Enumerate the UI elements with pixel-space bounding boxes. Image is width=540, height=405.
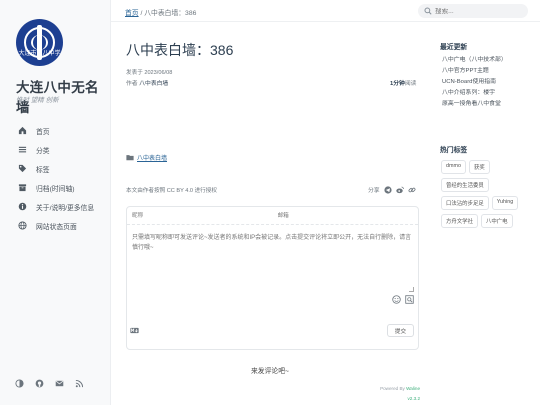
rss-icon[interactable]: [75, 379, 84, 388]
tag-chip[interactable]: 获奖: [468, 160, 490, 174]
sidebar-item-label: 归档(时间轴): [36, 185, 75, 193]
site-logo[interactable]: 大连市第八中学: [16, 19, 63, 66]
globe-icon: [17, 221, 27, 231]
email-icon[interactable]: [55, 379, 64, 388]
logo-text: 大连市第八中学: [18, 50, 61, 57]
tag-chip[interactable]: 八中广电: [480, 214, 513, 228]
sidebar-item-label: 网站状态页面: [36, 223, 77, 231]
read-time: 1分钟阅读: [390, 78, 416, 87]
share-bar: 分享: [368, 185, 416, 194]
recent-updates-heading: 最近更新: [440, 44, 468, 51]
tag-chip[interactable]: Yuhing: [491, 196, 519, 210]
waline-link[interactable]: Waline: [406, 386, 420, 391]
right-panel: 最近更新 八中广电（八中技术部） 八中官方PPT主题 UCN-Board使用指南…: [429, 22, 540, 405]
sidebar-item-label: 关于/说明/更多信息: [36, 204, 95, 212]
read-time-suffix: 阅读: [404, 81, 417, 87]
emoji-icon[interactable]: [392, 295, 401, 304]
resize-handle[interactable]: [409, 287, 414, 292]
recent-update-link[interactable]: UCN-Board使用指南: [442, 77, 507, 88]
markdown-icon[interactable]: [130, 327, 139, 334]
sidebar-item-tags[interactable]: 标签: [0, 159, 111, 178]
comment-fields: [127, 207, 418, 225]
info-icon: [17, 202, 27, 212]
telegram-icon[interactable]: [384, 185, 392, 194]
search-icon: [424, 7, 432, 15]
post-title: 八中表白墙：386: [126, 42, 234, 58]
github-icon[interactable]: [35, 379, 44, 388]
sidebar-item-about[interactable]: 关于/说明/更多信息: [0, 197, 111, 216]
powered-prefix: Powered By: [380, 386, 405, 391]
sidebar: 大连市第八中学 大连八中无名墙 惟时 望精 创新 首页 分类 标签 归档(时间轴…: [0, 0, 111, 405]
email-field[interactable]: [272, 207, 418, 224]
trending-tags-heading: 热门标签: [440, 147, 468, 154]
nickname-field[interactable]: [127, 207, 273, 224]
tag-icon: [17, 164, 27, 174]
top-bar: 首页 / 八中表白墙：386: [111, 0, 540, 22]
list-icon: [17, 145, 27, 155]
breadcrumb-home-link[interactable]: 首页: [125, 10, 139, 17]
submit-comment-button[interactable]: 提交: [387, 324, 414, 337]
weibo-icon[interactable]: [395, 186, 404, 194]
sidebar-footer: [15, 379, 84, 388]
breadcrumb-separator: /: [140, 10, 143, 17]
waline-version: v2.3.2: [407, 396, 420, 401]
comment-box: 提交: [126, 206, 419, 350]
sidebar-item-label: 分类: [36, 147, 50, 155]
sidebar-item-home[interactable]: 首页: [0, 121, 111, 140]
search-input[interactable]: [435, 7, 525, 15]
sidebar-item-status[interactable]: 网站状态页面: [0, 216, 111, 235]
author-label: 作者: [126, 81, 138, 87]
share-label: 分享: [368, 188, 380, 194]
tag-chip[interactable]: 曾经的生活委员: [441, 178, 489, 192]
post-author: 作者 八中表白墙: [126, 78, 168, 87]
post-published-date: 发表于 2023/06/08: [126, 70, 173, 76]
sidebar-item-label: 首页: [36, 128, 50, 136]
theme-toggle-icon[interactable]: [15, 379, 24, 388]
site-subtitle: 惟时 望精 创新: [16, 97, 59, 104]
recent-update-link[interactable]: 八中官方PPT主题: [442, 66, 507, 77]
breadcrumb: 首页 / 八中表白墙：386: [125, 7, 196, 17]
trending-tags: dmmo 获奖 曾经的生活委员 口法沾的步足足 Yuhing 方舟文学社 八中广…: [441, 160, 533, 228]
tag-chip[interactable]: 方舟文学社: [441, 214, 478, 228]
post-category: 八中表白墙: [126, 153, 167, 162]
home-icon: [17, 126, 27, 136]
category-link[interactable]: 八中表白墙: [137, 153, 167, 162]
sidebar-item-archives[interactable]: 归档(时间轴): [0, 178, 111, 197]
preview-icon[interactable]: [405, 295, 414, 304]
powered-by: Powered By Waline: [111, 386, 420, 391]
link-icon[interactable]: [408, 186, 416, 194]
main-content: 八中表白墙：386 发表于 2023/06/08 作者 八中表白墙 1分钟阅读 …: [111, 22, 429, 405]
folder-icon: [126, 154, 134, 161]
search-box[interactable]: [418, 4, 528, 18]
no-comment-text: 来发评论吧~: [251, 368, 289, 375]
recent-update-link[interactable]: 八中广电（八中技术部）: [442, 55, 507, 66]
author-name[interactable]: 八中表白墙: [139, 81, 168, 87]
tag-chip[interactable]: 口法沾的步足足: [441, 196, 489, 210]
breadcrumb-current: 八中表白墙：386: [144, 10, 197, 17]
recent-update-link[interactable]: 八中介绍系列：楼宇: [442, 88, 507, 99]
read-time-value: 1分钟: [390, 81, 405, 87]
comment-textarea[interactable]: [132, 233, 414, 281]
tag-chip[interactable]: dmmo: [441, 160, 466, 174]
recent-update-link[interactable]: 原高一授角看八中食堂: [442, 99, 507, 110]
license-text: 本文由作者按照 CC BY 4.0 进行授权: [126, 188, 217, 194]
sidebar-nav: 首页 分类 标签 归档(时间轴) 关于/说明/更多信息 网站状态页面: [0, 121, 111, 235]
recent-updates-list: 八中广电（八中技术部） 八中官方PPT主题 UCN-Board使用指南 八中介绍…: [442, 55, 507, 110]
sidebar-item-label: 标签: [36, 166, 50, 174]
archive-icon: [17, 183, 27, 193]
sidebar-item-categories[interactable]: 分类: [0, 140, 111, 159]
